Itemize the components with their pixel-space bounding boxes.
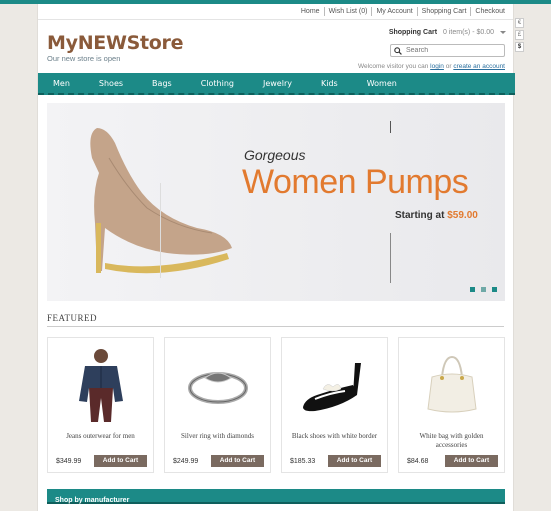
welcome-prefix: Welcome visitor you can xyxy=(358,63,429,70)
banner-kicker: Gorgeous xyxy=(244,147,306,163)
featured-divider xyxy=(47,326,504,327)
currency-pound[interactable]: £ xyxy=(515,30,524,40)
cart-summary[interactable]: Shopping Cart 0 item(s) - $0.00 xyxy=(389,29,506,36)
top-links: Home Wish List (0) My Account Shopping C… xyxy=(297,7,509,16)
banner-price-value: $59.00 xyxy=(447,210,478,221)
product-price: $185.33 xyxy=(290,458,316,465)
header-divider xyxy=(38,19,513,20)
cart-title: Shopping Cart xyxy=(388,29,438,36)
product-card[interactable]: Black shoes with white border $185.33 Ad… xyxy=(281,337,388,473)
slider-dots xyxy=(470,287,497,292)
nav-bags[interactable]: Bags xyxy=(152,79,172,88)
product-name[interactable]: White bag with golden accessories xyxy=(403,432,500,450)
page-container: Home Wish List (0) My Account Shopping C… xyxy=(37,4,515,511)
toplink-wishlist[interactable]: Wish List (0) xyxy=(323,7,372,16)
nav-shoes[interactable]: Shoes xyxy=(99,79,123,88)
add-to-cart-button[interactable]: Add to Cart xyxy=(211,455,264,467)
jacket-image[interactable] xyxy=(58,344,144,426)
banner-price-prefix: Starting at xyxy=(395,210,445,221)
banner-divider-line xyxy=(160,183,161,278)
store-logo[interactable]: MyNEWStore xyxy=(47,32,184,54)
nav-jewelry[interactable]: Jewelry xyxy=(263,79,292,88)
featured-heading: FEATURED xyxy=(47,313,98,323)
login-link[interactable]: login xyxy=(430,63,444,70)
store-tagline: Our new store is open xyxy=(47,54,121,63)
add-to-cart-button[interactable]: Add to Cart xyxy=(94,455,147,467)
product-name[interactable]: Silver ring with diamonds xyxy=(169,432,266,441)
product-price: $84.68 xyxy=(407,458,429,465)
search-icon[interactable] xyxy=(394,46,402,55)
banner-divider-line xyxy=(390,121,391,133)
nav-kids[interactable]: Kids xyxy=(321,79,338,88)
main-nav: Men Shoes Bags Clothing Jewelry Kids Wom… xyxy=(38,73,515,95)
ring-image[interactable] xyxy=(175,344,261,426)
search-box xyxy=(390,44,505,57)
create-account-link[interactable]: create an account xyxy=(453,63,505,70)
slider-dot[interactable] xyxy=(470,287,475,292)
currency-dollar[interactable]: $ xyxy=(515,42,524,52)
welcome-or: or xyxy=(445,63,452,70)
nav-clothing[interactable]: Clothing xyxy=(201,79,234,88)
manufacturer-bar[interactable]: Shop by manufacturer xyxy=(47,489,505,504)
nav-men[interactable]: Men xyxy=(53,79,70,88)
cart-count: 0 item(s) - $0.00 xyxy=(443,29,494,36)
add-to-cart-button[interactable]: Add to Cart xyxy=(328,455,381,467)
shoe-image[interactable] xyxy=(292,344,378,426)
product-name[interactable]: Jeans outerwear for men xyxy=(52,432,149,441)
banner-price: Starting at $59.00 xyxy=(395,210,478,221)
featured-products: Jeans outerwear for men $349.99 Add to C… xyxy=(47,337,505,473)
product-card[interactable]: White bag with golden accessories $84.68… xyxy=(398,337,505,473)
hero-banner[interactable]: Gorgeous Women Pumps Starting at $59.00 xyxy=(47,103,505,301)
product-name[interactable]: Black shoes with white border xyxy=(286,432,383,441)
slider-dot-active[interactable] xyxy=(481,287,486,292)
product-card[interactable]: Jeans outerwear for men $349.99 Add to C… xyxy=(47,337,154,473)
banner-title: Women Pumps xyxy=(242,163,469,201)
pump-shoe-image xyxy=(90,128,232,274)
product-price: $249.99 xyxy=(173,458,199,465)
manufacturer-label: Shop by manufacturer xyxy=(55,497,130,504)
bag-image[interactable] xyxy=(409,344,495,426)
welcome-message: Welcome visitor you can login or create … xyxy=(358,63,505,70)
currency-euro[interactable]: € xyxy=(515,18,524,28)
nav-women[interactable]: Women xyxy=(367,79,397,88)
banner-divider-line xyxy=(390,233,391,283)
product-price: $349.99 xyxy=(56,458,82,465)
slider-dot[interactable] xyxy=(492,287,497,292)
search-input[interactable] xyxy=(406,47,501,54)
toplink-home[interactable]: Home xyxy=(297,7,324,16)
toplink-cart[interactable]: Shopping Cart xyxy=(416,7,471,16)
toplink-checkout[interactable]: Checkout xyxy=(470,7,509,16)
currency-tabs: € £ $ xyxy=(515,18,524,52)
add-to-cart-button[interactable]: Add to Cart xyxy=(445,455,498,467)
product-card[interactable]: Silver ring with diamonds $249.99 Add to… xyxy=(164,337,271,473)
toplink-account[interactable]: My Account xyxy=(371,7,416,16)
chevron-down-icon[interactable] xyxy=(500,31,506,34)
